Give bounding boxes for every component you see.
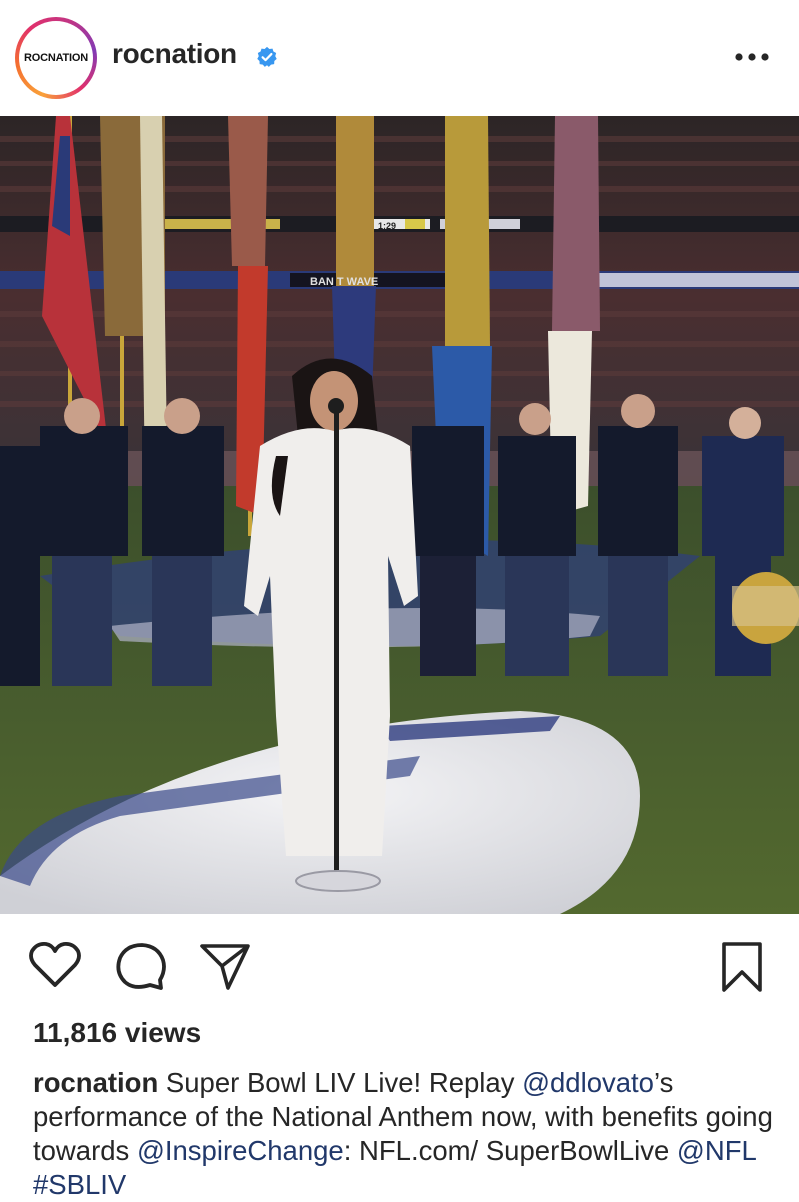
post-photo[interactable]: BAN T WAVE 1:29	[0, 116, 799, 914]
mention-nfl[interactable]: @NFL	[677, 1135, 756, 1166]
stadium-scene: BAN T WAVE 1:29	[0, 116, 799, 914]
bookmark-icon[interactable]	[718, 940, 766, 994]
caption-text: : NFL.com/ SuperBowlLive	[343, 1135, 677, 1166]
game-clock-text: 1:29	[378, 221, 396, 231]
avatar-inner: ROCNATION	[19, 21, 93, 95]
caption-text: Super Bowl LIV Live! Replay	[158, 1067, 523, 1098]
avatar-logo-text: ROCNATION	[24, 52, 88, 64]
more-options-icon[interactable]	[734, 50, 770, 64]
post-caption: rocnation Super Bowl LIV Live! Replay @d…	[33, 1066, 773, 1202]
post-header: ROCNATION rocnation	[0, 0, 799, 116]
scoreboard-text: BAN T WAVE	[310, 276, 378, 288]
username-link[interactable]: rocnation	[112, 38, 237, 70]
comment-icon[interactable]	[114, 940, 168, 992]
mention-ddlovato[interactable]: @ddlovato	[522, 1067, 654, 1098]
avatar[interactable]: ROCNATION	[15, 17, 97, 99]
hashtag-sbliv[interactable]: #SBLIV	[33, 1169, 126, 1200]
view-count[interactable]: 11,816 views	[33, 1017, 201, 1049]
paper-plane-icon[interactable]	[198, 940, 252, 992]
caption-username[interactable]: rocnation	[33, 1067, 158, 1098]
heart-icon[interactable]	[28, 940, 82, 990]
verified-badge-icon	[257, 46, 277, 67]
mention-inspirechange[interactable]: @InspireChange	[137, 1135, 344, 1166]
